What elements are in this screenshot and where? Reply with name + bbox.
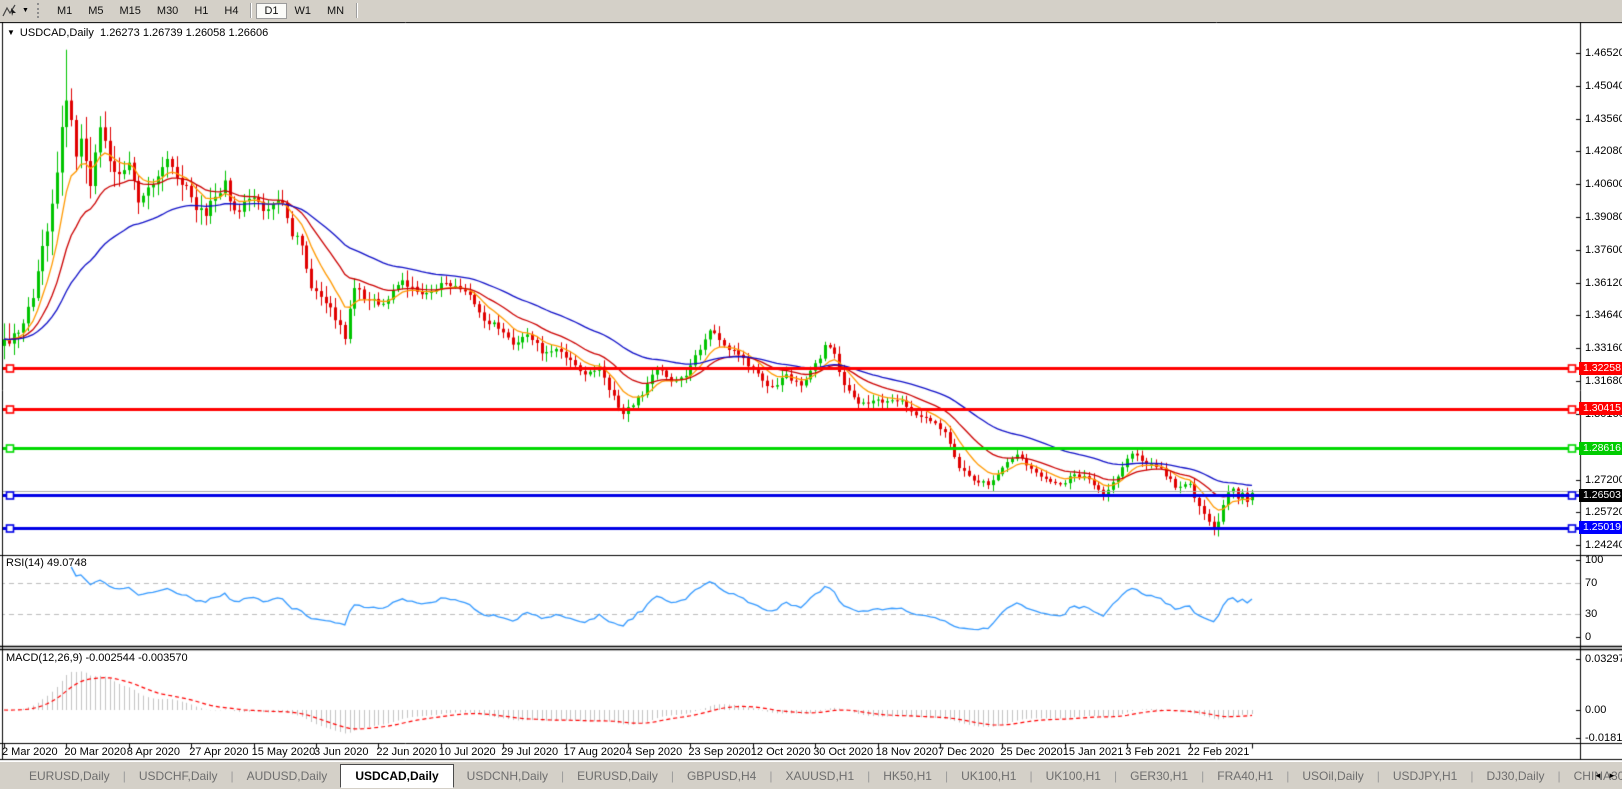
macd-axis-label: 0.032972 (1585, 652, 1622, 665)
price-line-badge: 1.28616 (1579, 441, 1622, 455)
chart-canvas[interactable] (0, 22, 1622, 762)
chart-tab-hk50-h1[interactable]: HK50,H1 (870, 766, 945, 786)
chart-title-symbol: USDCAD,Daily (19, 27, 94, 39)
date-axis-label: 22 Feb 2021 (1187, 746, 1250, 758)
chart-menu-arrow-icon[interactable]: ▼ (7, 28, 15, 37)
chart-tab-uk100-h1[interactable]: UK100,H1 (948, 766, 1029, 786)
timeframe-button-h4[interactable]: H4 (216, 3, 246, 19)
price-axis-label: 1.42080 (1585, 145, 1622, 158)
toolbar-separator (250, 3, 253, 18)
date-axis-label: 20 Mar 2020 (64, 746, 127, 758)
timeframe-button-w1[interactable]: W1 (287, 3, 320, 19)
chart-title: ▼ USDCAD,Daily 1.26273 1.26739 1.26058 1.… (7, 26, 268, 40)
price-line-badge: 1.30415 (1579, 402, 1622, 416)
date-axis-label: 7 Dec 2020 (938, 746, 995, 758)
tab-scroll-left-icon[interactable]: ◄ (1591, 768, 1605, 784)
timeframe-toolbar: ▼ M1 M5 M15 M30 H1 H4 D1 W1 MN (0, 0, 1622, 21)
chart-tab-fra40-h1[interactable]: FRA40,H1 (1204, 766, 1286, 786)
date-axis-label: 27 Apr 2020 (189, 746, 249, 758)
timeframe-button-m1[interactable]: M1 (49, 3, 80, 19)
price-axis-label: 1.36120 (1585, 276, 1622, 289)
price-axis-label: 1.45040 (1585, 79, 1622, 92)
date-axis-label: 15 Jan 2021 (1062, 746, 1124, 758)
date-axis-label: 2 Mar 2020 (2, 746, 58, 758)
price-axis-label: 1.24240 (1585, 539, 1622, 552)
macd-axis-label: -0.018154 (1585, 732, 1622, 745)
chart-tab-dj30-daily[interactable]: DJ30,Daily (1473, 766, 1557, 786)
toolbar-separator (356, 3, 359, 18)
date-axis-label: 3 Feb 2021 (1125, 746, 1181, 758)
chart-tab-eurusd-daily[interactable]: EURUSD,Daily (16, 766, 123, 786)
date-axis-label: 3 Jun 2020 (314, 746, 369, 758)
date-axis-label: 15 May 2020 (251, 746, 316, 758)
price-axis-label: 1.39080 (1585, 211, 1622, 224)
date-axis-label: 17 Aug 2020 (563, 746, 626, 758)
timeframe-button-mn[interactable]: MN (319, 3, 352, 19)
chart-tab-gbpusd-h4[interactable]: GBPUSD,H4 (674, 766, 769, 786)
chart-tab-ger30-h1[interactable]: GER30,H1 (1117, 766, 1201, 786)
tab-scroll-right-icon[interactable]: ► (1605, 768, 1619, 784)
price-axis-label: 1.37600 (1585, 244, 1622, 257)
price-axis-label: 1.27200 (1585, 473, 1622, 486)
price-axis-label: 1.46520 (1585, 47, 1622, 60)
chart-tab-usoil-daily[interactable]: USOil,Daily (1289, 766, 1376, 786)
price-axis-label: 1.40600 (1585, 177, 1622, 190)
timeframe-button-d1[interactable]: D1 (256, 2, 287, 19)
chart-tab-usdcad-daily[interactable]: USDCAD,Daily (340, 763, 454, 788)
date-axis-label: 22 Jun 2020 (376, 746, 437, 758)
date-axis-label: 29 Jul 2020 (501, 746, 559, 758)
rsi-axis-label: 0 (1585, 631, 1592, 643)
chart-tab-usdcnh-daily[interactable]: USDCNH,Daily (454, 766, 561, 786)
rsi-axis-label: 30 (1585, 607, 1598, 620)
price-line-badge: 1.32258 (1579, 361, 1622, 375)
polyline-cursor-icon[interactable] (2, 3, 20, 18)
timeframe-button-m30[interactable]: M30 (149, 3, 186, 19)
chart-tab-usdjpy-h1[interactable]: USDJPY,H1 (1380, 766, 1470, 786)
rsi-axis-label: 100 (1585, 554, 1604, 566)
chart-tab-xauusd-h1[interactable]: XAUUSD,H1 (772, 766, 867, 786)
price-axis-label: 1.31680 (1585, 374, 1622, 387)
date-axis-label: 12 Oct 2020 (750, 746, 811, 758)
chart-tab-eurusd-daily[interactable]: EURUSD,Daily (564, 766, 671, 786)
chart-tab-usdchf-daily[interactable]: USDCHF,Daily (126, 766, 231, 786)
date-axis-label: 4 Sep 2020 (626, 746, 683, 758)
date-axis-label: 30 Oct 2020 (813, 746, 874, 758)
macd-indicator-label: MACD(12,26,9) -0.002544 -0.003570 (6, 652, 188, 664)
price-line-badge: 1.25019 (1579, 521, 1622, 535)
price-axis-label: 1.33160 (1585, 342, 1622, 355)
price-line-badge: 1.26503 (1579, 488, 1622, 502)
price-axis-label: 1.25720 (1585, 506, 1622, 519)
toolbar-grip[interactable] (36, 3, 42, 18)
price-axis-label: 1.43560 (1585, 112, 1622, 125)
timeframe-button-m5[interactable]: M5 (80, 3, 111, 19)
timeframe-button-m15[interactable]: M15 (112, 3, 149, 19)
date-axis-label: 8 Apr 2020 (126, 746, 181, 758)
price-axis-label: 1.34640 (1585, 309, 1622, 322)
chevron-down-icon[interactable]: ▼ (22, 7, 29, 14)
rsi-indicator-label: RSI(14) 49.0748 (6, 557, 87, 569)
chart-tab-uk100-h1[interactable]: UK100,H1 (1033, 766, 1114, 786)
chart-tab-audusd-daily[interactable]: AUDUSD,Daily (234, 766, 341, 786)
date-axis-label: 23 Sep 2020 (688, 746, 751, 758)
timeframe-button-h1[interactable]: H1 (186, 3, 216, 19)
chart-tab-bar: EURUSD,Daily | USDCHF,Daily | AUDUSD,Daily US… (0, 762, 1622, 789)
tab-scroll-buttons: ◄ ► (1591, 768, 1619, 784)
chart-title-ohlc: 1.26273 1.26739 1.26058 1.26606 (100, 27, 269, 39)
date-axis-label: 10 Jul 2020 (438, 746, 496, 758)
date-axis-label: 25 Dec 2020 (1000, 746, 1063, 758)
date-axis-label: 18 Nov 2020 (875, 746, 938, 758)
macd-axis-label: 0.00 (1585, 704, 1607, 716)
rsi-axis-label: 70 (1585, 577, 1598, 590)
